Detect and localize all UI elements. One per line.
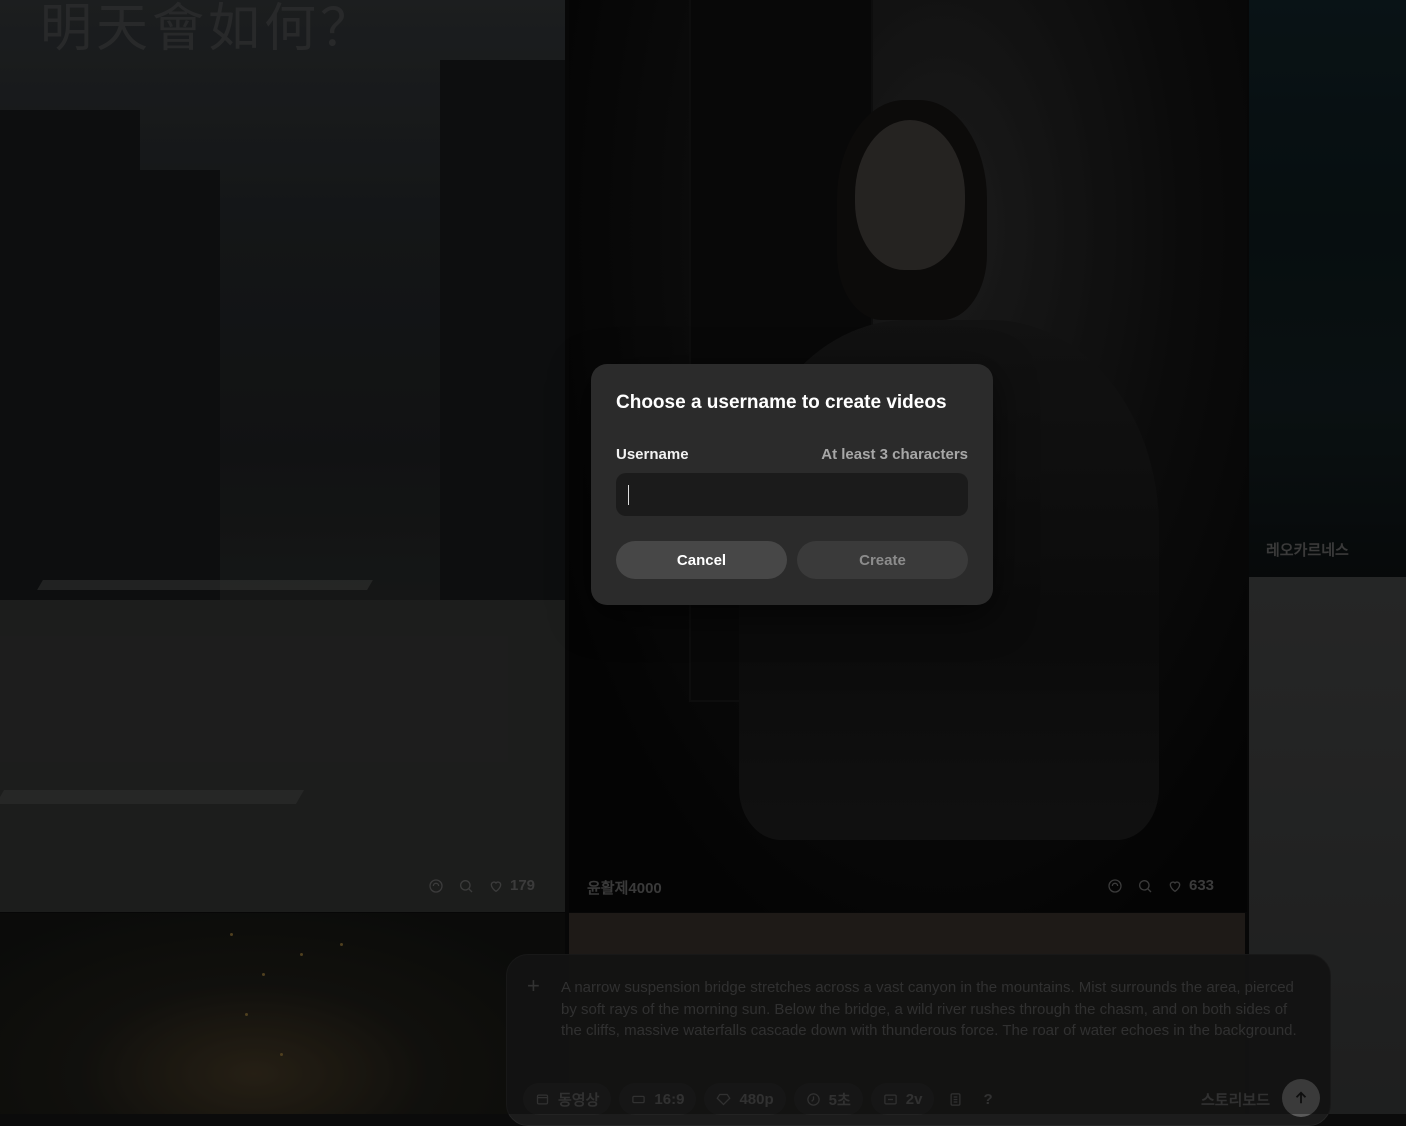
username-label: Username — [616, 446, 689, 463]
username-dialog: Choose a username to create videos Usern… — [591, 364, 993, 605]
dialog-title: Choose a username to create videos — [616, 392, 947, 413]
username-input[interactable] — [616, 473, 968, 516]
username-hint: At least 3 characters — [821, 446, 968, 463]
text-caret — [628, 485, 629, 505]
create-button[interactable]: Create — [797, 541, 968, 579]
cancel-button[interactable]: Cancel — [616, 541, 787, 579]
